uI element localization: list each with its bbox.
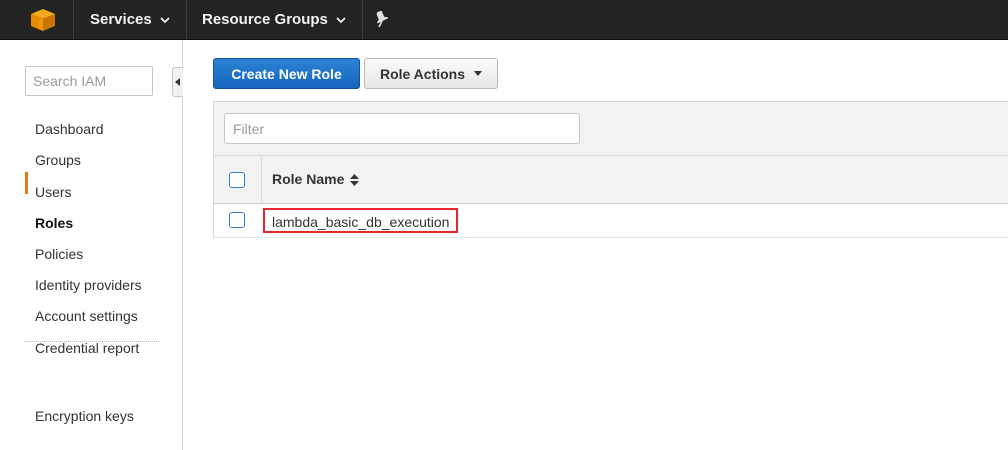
collapse-arrow-icon	[175, 78, 180, 86]
table-header: Role Name	[213, 156, 1008, 204]
sidebar-collapse-button[interactable]	[172, 67, 183, 97]
caret-down-icon	[474, 71, 483, 76]
role-actions-label: Role Actions	[379, 65, 466, 82]
sidebar-item-groups[interactable]: Groups	[35, 150, 81, 170]
sidebar-item-roles[interactable]: Roles	[35, 213, 73, 233]
sidebar-item-identity-providers[interactable]: Identity providers	[35, 275, 142, 295]
services-menu[interactable]: Services	[90, 0, 170, 39]
active-item-indicator	[25, 172, 28, 194]
resource-groups-menu[interactable]: Resource Groups	[202, 0, 346, 39]
create-new-role-label: Create New Role	[231, 65, 342, 82]
sidebar-item-account-settings[interactable]: Account settings	[35, 306, 138, 326]
search-iam-input[interactable]	[25, 66, 153, 96]
sidebar-item-dashboard[interactable]: Dashboard	[35, 119, 104, 139]
role-name-column-header[interactable]: Role Name	[272, 156, 360, 203]
resource-groups-label: Resource Groups	[202, 11, 328, 28]
pin-icon[interactable]	[375, 11, 389, 27]
sidebar-divider	[25, 341, 159, 342]
nav-divider	[362, 0, 363, 39]
sidebar-item-users[interactable]: Users	[35, 182, 72, 202]
chevron-down-icon	[336, 16, 346, 23]
role-name-header-label: Role Name	[272, 171, 345, 187]
top-navigation-bar: Services Resource Groups	[0, 0, 1008, 40]
nav-divider	[73, 0, 74, 39]
role-actions-dropdown[interactable]: Role Actions	[364, 58, 498, 89]
select-all-checkbox[interactable]	[229, 172, 245, 188]
role-name-link[interactable]: lambda_basic_db_execution	[263, 208, 459, 233]
filter-input[interactable]	[224, 113, 580, 144]
row-select-checkbox[interactable]	[229, 212, 245, 228]
create-new-role-button[interactable]: Create New Role	[213, 58, 360, 89]
chevron-down-icon	[160, 16, 170, 23]
aws-cube-icon[interactable]	[30, 8, 56, 32]
sidebar-item-policies[interactable]: Policies	[35, 244, 83, 264]
select-all-cell	[214, 156, 262, 203]
filter-bar	[213, 101, 1008, 156]
nav-divider	[186, 0, 187, 39]
sidebar-item-encryption-keys[interactable]: Encryption keys	[35, 406, 134, 426]
sidebar	[0, 40, 183, 450]
sort-icon	[350, 173, 360, 186]
table-row[interactable]: lambda_basic_db_execution	[213, 204, 1008, 238]
services-menu-label: Services	[90, 11, 152, 28]
